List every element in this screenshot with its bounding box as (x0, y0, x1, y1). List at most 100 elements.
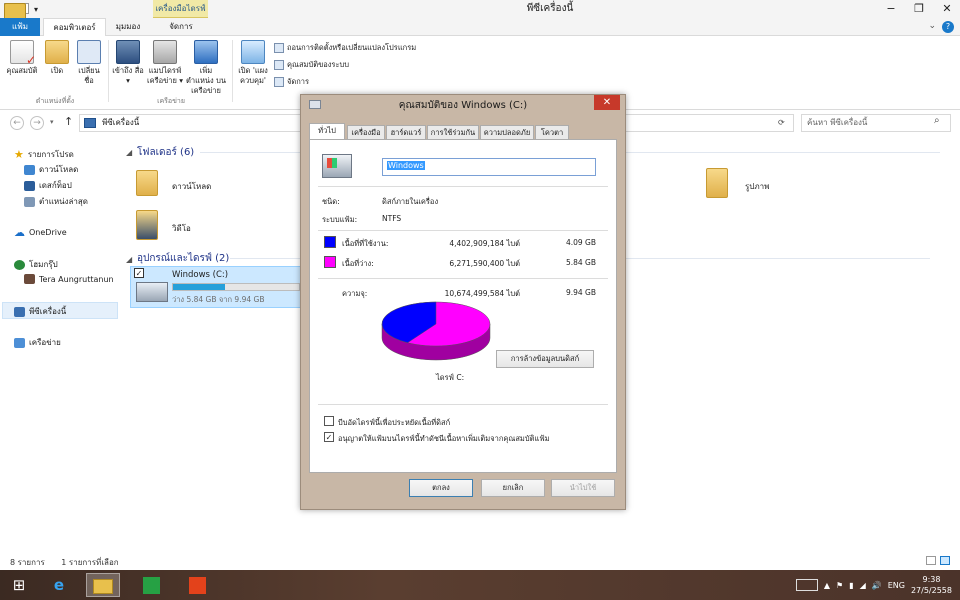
nav-onedrive[interactable]: ☁ OneDrive (14, 226, 67, 239)
tab-quota[interactable]: โควตา (535, 125, 569, 139)
pictures-folder-icon[interactable] (706, 168, 728, 198)
file-explorer-taskbar-icon[interactable] (86, 573, 120, 597)
uninstall-program-button[interactable]: ถอนการติดตั้งหรือเปลี่ยนแปลงโปรแกรม (274, 42, 416, 54)
tab-view[interactable]: มุมมอง (108, 18, 148, 36)
close-button[interactable]: ✕ (940, 2, 954, 15)
details-view-icon[interactable] (926, 556, 936, 565)
collapse-devices-icon[interactable]: ◢ (126, 255, 132, 264)
tab-tools[interactable]: เครื่องมือ (347, 125, 385, 139)
tab-manage[interactable]: จัดการ (155, 18, 207, 36)
downloads-folder-icon[interactable] (136, 170, 158, 196)
search-icon[interactable]: ⌕ (934, 115, 940, 126)
folder-pictures-label[interactable]: รูปภาพ (745, 180, 769, 193)
ribbon-collapse-icon[interactable]: ⌄ (928, 21, 936, 31)
taskbar: ⊞ e ▲ ⚑ ▮ ◢ 🔊 ENG 9:38 27/5/2558 (0, 570, 960, 600)
map-drive-icon (153, 40, 177, 64)
cloud-icon: ☁ (14, 226, 25, 239)
battery-icon[interactable]: ▮ (849, 581, 853, 590)
nav-homegroup-user[interactable]: Tera Aungruttanun (24, 274, 114, 284)
nav-item-downloads[interactable]: ดาวน์โหลด (24, 163, 78, 176)
rename-button[interactable]: เปลี่ยน ชื่อ (74, 40, 104, 86)
downloads-icon (24, 164, 35, 175)
devices-group-header[interactable]: อุปกรณ์และไดรฟ์ (2) (137, 251, 229, 266)
tab-computer[interactable]: คอมพิวเตอร์ (43, 18, 106, 37)
nav-this-pc[interactable]: พีซีเครื่องนี้ (14, 305, 66, 318)
disk-cleanup-button[interactable]: การล้างข้อมูลบนดิสก์ (496, 350, 594, 368)
apply-button[interactable]: นำไปใช้ (551, 479, 615, 497)
tab-sharing[interactable]: การใช้ร่วมกัน (427, 125, 479, 139)
restore-button[interactable]: ❐ (912, 2, 926, 15)
this-pc-icon (84, 118, 96, 128)
index-drive-checkbox[interactable]: ✓ (324, 432, 334, 442)
star-icon: ★ (14, 148, 24, 161)
properties-icon: ✓ (10, 40, 36, 66)
separator (318, 186, 608, 187)
help-icon[interactable]: ? (942, 21, 954, 33)
store-icon[interactable] (134, 573, 168, 597)
drive-large-icon (322, 154, 352, 178)
nav-favorites[interactable]: ★ รายการโปรด (14, 148, 74, 161)
tab-general[interactable]: ทั่วไป (309, 123, 345, 140)
capacity-size: 9.94 GB (565, 288, 596, 297)
dialog-close-button[interactable]: ✕ (594, 95, 620, 110)
recent-locations-icon[interactable]: ▾ (50, 118, 54, 126)
show-hidden-icons-icon[interactable]: ▲ (824, 581, 830, 590)
refresh-icon[interactable]: ⟳ (778, 118, 785, 127)
network-signal-icon[interactable]: ◢ (860, 581, 866, 590)
tab-file[interactable]: แฟ้ม (0, 18, 40, 36)
recent-places-icon (24, 196, 35, 207)
homegroup-icon (14, 259, 25, 270)
folder-downloads-label[interactable]: ดาวน์โหลด (172, 180, 211, 193)
office-icon[interactable] (180, 573, 214, 597)
up-arrow-icon[interactable]: ↑ (64, 115, 73, 128)
start-button[interactable]: ⊞ (2, 573, 36, 597)
nav-item-recent[interactable]: ตำแหน่งล่าสุด (24, 195, 88, 208)
map-network-drive-button[interactable]: แมปไดรฟ์ เครือข่าย ▾ (146, 40, 184, 86)
search-input[interactable]: ค้นหา พีซีเครื่องนี้ (801, 114, 951, 132)
properties-button[interactable]: ✓ คุณสมบัติ (4, 40, 40, 76)
windows-logo-icon (327, 158, 337, 168)
collapse-folders-icon[interactable]: ◢ (126, 148, 132, 157)
action-center-icon[interactable]: ⚑ (836, 581, 843, 590)
volume-icon[interactable]: 🔊 (872, 581, 882, 590)
separator (318, 404, 608, 405)
back-button[interactable]: ← (10, 116, 24, 130)
touch-keyboard-icon[interactable] (795, 579, 818, 591)
capacity-label: ความจุ: (342, 289, 368, 298)
title-bar: ▾ เครื่องมือไดรฟ์ พีซีเครื่องนี้ − ❐ ✕ (0, 0, 960, 25)
clock-date: 27/5/2558 (910, 586, 952, 595)
clock[interactable]: 9:38 27/5/2558 (911, 574, 952, 596)
open-control-panel-button[interactable]: เปิด 'แผง ควบคุม' (236, 40, 270, 86)
add-network-location-button[interactable]: เพิ่มตำแหน่ง บนเครือข่าย (186, 40, 226, 96)
drive-letter-label: ไดรฟ์ C: (436, 373, 465, 382)
forward-button[interactable]: → (30, 116, 44, 130)
open-button[interactable]: เปิด (42, 40, 72, 76)
nav-item-desktop[interactable]: เดสก์ท็อป (24, 179, 72, 192)
manage-button[interactable]: จัดการ (274, 76, 309, 88)
index-drive-label: อนุญาตให้แฟ้มบนไดรฟ์นี้ทำดัชนีเนื้อหาเพิ… (338, 434, 550, 443)
access-media-button[interactable]: เข้าถึง สื่อ ▾ (112, 40, 144, 86)
desktop-icon (24, 180, 35, 191)
used-space-label: เนื้อที่ที่ใช้งาน: (342, 239, 389, 248)
tab-hardware[interactable]: ฮาร์ดแวร์ (386, 125, 426, 139)
ok-button[interactable]: ตกลง (409, 479, 473, 497)
compress-drive-checkbox[interactable] (324, 416, 334, 426)
hard-drive-icon (136, 282, 168, 302)
cancel-button[interactable]: ยกเลิก (481, 479, 545, 497)
tiles-view-icon[interactable] (940, 556, 950, 565)
internet-explorer-icon[interactable]: e (42, 573, 76, 597)
drive-name-input[interactable]: Windows (382, 158, 596, 176)
user-avatar (24, 274, 35, 284)
drive-select-checkbox[interactable]: ✓ (134, 268, 144, 278)
nav-homegroup[interactable]: โฮมกรุ๊ป (14, 258, 58, 271)
input-language[interactable]: ENG (888, 581, 905, 590)
system-properties-icon (274, 60, 284, 70)
status-bar: 8 รายการ 1 รายการที่เลือก (10, 556, 119, 569)
videos-folder-icon[interactable] (136, 210, 158, 240)
nav-network[interactable]: เครือข่าย (14, 336, 61, 349)
folders-group-header[interactable]: โฟลเดอร์ (6) (137, 145, 194, 160)
folder-videos-label[interactable]: วิดีโอ (172, 222, 191, 235)
tab-security[interactable]: ความปลอดภัย (480, 125, 534, 139)
minimize-button[interactable]: − (884, 2, 898, 15)
system-properties-button[interactable]: คุณสมบัติของระบบ (274, 59, 349, 71)
